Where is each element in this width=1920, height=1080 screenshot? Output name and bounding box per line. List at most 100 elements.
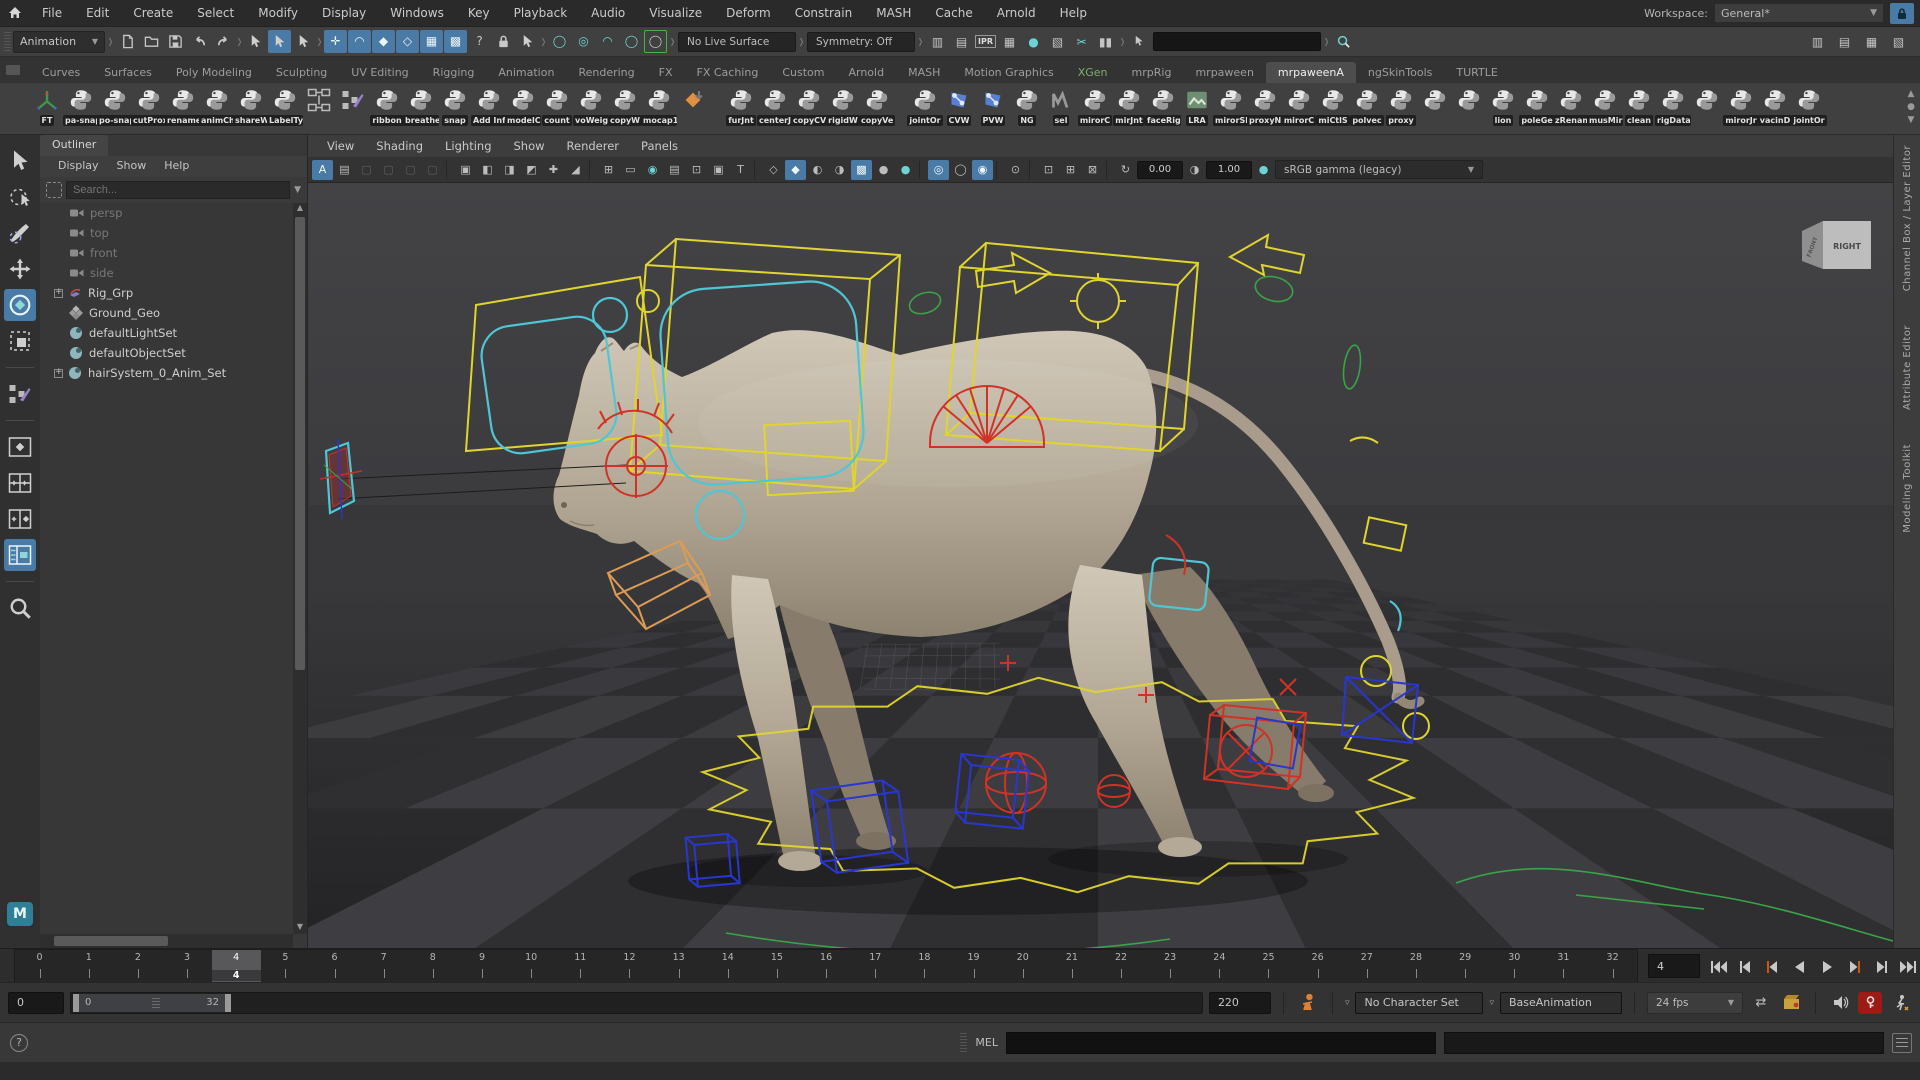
lock-selection-icon[interactable] [492, 30, 515, 53]
menu-constrain[interactable]: Constrain [783, 0, 865, 26]
shelf-button-modelC[interactable]: modelC [506, 85, 540, 133]
symmetry-field[interactable]: Symmetry: Off [807, 32, 915, 52]
layout-two-pane-icon[interactable] [4, 503, 36, 535]
shelf-button-mirorC[interactable]: mirorC [1282, 85, 1316, 133]
time-slider[interactable]: 0123445678910111213141516171819202122232… [14, 949, 1638, 983]
section-collapse[interactable] [540, 30, 547, 54]
shelf-tab-menu-icon[interactable] [6, 65, 20, 75]
timeline-frame-2[interactable]: 2 [113, 950, 162, 982]
outliner-item-defaultLightSet[interactable]: defaultLightSet [40, 323, 293, 343]
cut-icon[interactable]: ✂ [1070, 30, 1093, 53]
timeline-frame-29[interactable]: 29 [1441, 950, 1490, 982]
camera-lock-icon[interactable]: ◨ [499, 160, 520, 180]
shelf-button-orange[interactable] [676, 85, 710, 133]
character-set-select[interactable]: No Character Set [1355, 992, 1483, 1014]
shelf-tab-motion-graphics[interactable]: Motion Graphics [952, 62, 1065, 83]
outliner-item-Rig_Grp[interactable]: Rig_Grp [40, 283, 293, 303]
outliner-title[interactable]: Outliner [40, 135, 108, 156]
shelf-button-Add Inf[interactable]: Add Inf [472, 85, 506, 133]
outliner-item-side[interactable]: side [40, 263, 293, 283]
shelf-tab-poly-modeling[interactable]: Poly Modeling [164, 62, 264, 83]
isolate-select-icon[interactable]: ⊙ [1005, 160, 1026, 180]
snap-view-plane-icon[interactable]: ▦ [420, 30, 443, 53]
shelf-button-python[interactable] [1418, 85, 1452, 133]
section-collapse[interactable] [1119, 30, 1126, 54]
render-settings-icon[interactable]: ▦ [998, 30, 1021, 53]
shelf-button-centerJ[interactable]: centerJ [758, 85, 792, 133]
select-component-icon[interactable] [292, 30, 315, 53]
shelf-tab-animation[interactable]: Animation [486, 62, 566, 83]
history-extra-icon[interactable]: ◯ [620, 30, 643, 53]
shelf-tab-ngskintools[interactable]: ngSkinTools [1356, 62, 1444, 83]
anim-layer-field[interactable]: BaseAnimation [1500, 992, 1622, 1014]
shelf-button-copyVe[interactable]: copyVe [860, 85, 894, 133]
viewport-menu-renderer[interactable]: Renderer [556, 139, 631, 153]
play-backwards-button[interactable] [1787, 954, 1812, 980]
file-save-icon[interactable] [164, 30, 187, 53]
menu-edit[interactable]: Edit [74, 0, 121, 26]
help-icon[interactable]: ? [10, 1034, 28, 1052]
toggle-channel-box-icon[interactable]: ▥ [1806, 30, 1829, 53]
input-connections-icon[interactable]: ◯ [548, 30, 571, 53]
range-slider-track[interactable]: 0 32 [70, 992, 1203, 1014]
mute-audio-icon[interactable] [1828, 992, 1852, 1014]
command-language-toggle[interactable]: MEL [975, 1036, 998, 1049]
playblast-icon[interactable] [1779, 992, 1803, 1014]
motion-blur-icon[interactable]: ◎ [928, 160, 949, 180]
last-tool-icon[interactable] [4, 378, 36, 410]
timeline-frame-26[interactable]: 26 [1293, 950, 1342, 982]
shelf-tab-surfaces[interactable]: Surfaces [92, 62, 164, 83]
exposure-icon[interactable]: ↻ [1115, 160, 1136, 180]
file-open-icon[interactable] [140, 30, 163, 53]
timeline-frame-30[interactable]: 30 [1490, 950, 1539, 982]
undo-icon[interactable] [188, 30, 211, 53]
textured-icon[interactable]: ◑ [829, 160, 850, 180]
timeline-frame-22[interactable]: 22 [1096, 950, 1145, 982]
view-cube[interactable]: RIGHT FRONT [1802, 221, 1871, 269]
render-frame-icon[interactable]: ▥ [926, 30, 949, 53]
grid-icon[interactable]: ⊞ [598, 160, 619, 180]
viewport-menu-view[interactable]: View [316, 139, 365, 153]
camera-attrs-icon[interactable]: ▣ [455, 160, 476, 180]
timeline-frame-28[interactable]: 28 [1391, 950, 1440, 982]
timeline-frame-3[interactable]: 3 [162, 950, 211, 982]
file-new-icon[interactable] [116, 30, 139, 53]
menu-help[interactable]: Help [1048, 0, 1099, 26]
shelf-button-poleGe[interactable]: poleGe [1520, 85, 1554, 133]
animation-preferences-icon[interactable] [1888, 992, 1912, 1014]
layout-single-pane-icon[interactable] [4, 431, 36, 463]
shelf-button-NG[interactable]: NG [1010, 85, 1044, 133]
quick-select-input[interactable] [1153, 32, 1321, 51]
shelf-tab-mrprig[interactable]: mrpRig [1120, 62, 1184, 83]
shaded-icon[interactable]: ◆ [785, 160, 806, 180]
outliner-item-defaultObjectSet[interactable]: defaultObjectSet [40, 343, 293, 363]
expand-icon[interactable] [54, 369, 63, 378]
outliner-vertical-scrollbar[interactable]: ▲ ▼ [293, 203, 307, 934]
snap-grid-icon[interactable]: ✛ [324, 30, 347, 53]
current-frame-field[interactable]: 4 [1648, 954, 1700, 978]
menu-key[interactable]: Key [456, 0, 502, 26]
select-tool-icon[interactable] [4, 145, 36, 177]
section-collapse[interactable] [236, 30, 243, 54]
outliner-menu-help[interactable]: Help [156, 156, 197, 177]
search-input[interactable] [66, 181, 290, 199]
multisample-icon[interactable]: ◯ [950, 160, 971, 180]
camera-key-icon[interactable]: ◧ [477, 160, 498, 180]
animation-start-field[interactable]: 0 [8, 992, 64, 1014]
shelf-button-nodepaint[interactable] [336, 85, 370, 133]
play-forwards-button[interactable] [1814, 954, 1839, 980]
shelf-button-python[interactable] [1690, 85, 1724, 133]
timeline-frame-20[interactable]: 20 [998, 950, 1047, 982]
shelf-tab-mash[interactable]: MASH [896, 62, 952, 83]
shelf-button-LabelTy[interactable]: LabelTy [268, 85, 302, 133]
step-forward-frame-button[interactable] [1868, 954, 1893, 980]
shelf-tab-rendering[interactable]: Rendering [566, 62, 646, 83]
timeline-frame-27[interactable]: 27 [1342, 950, 1391, 982]
outliner-horizontal-scrollbar[interactable] [40, 934, 293, 948]
spare-1-icon[interactable]: ▢ [356, 160, 377, 180]
shelf-button-rename[interactable]: rename [166, 85, 200, 133]
menu-create[interactable]: Create [121, 0, 185, 26]
shelf-tab-mrpaweena[interactable]: mrpaweenA [1266, 62, 1356, 83]
shelf-button-animCh[interactable]: animCh [200, 85, 234, 133]
snap-curve-icon[interactable]: ◠ [348, 30, 371, 53]
